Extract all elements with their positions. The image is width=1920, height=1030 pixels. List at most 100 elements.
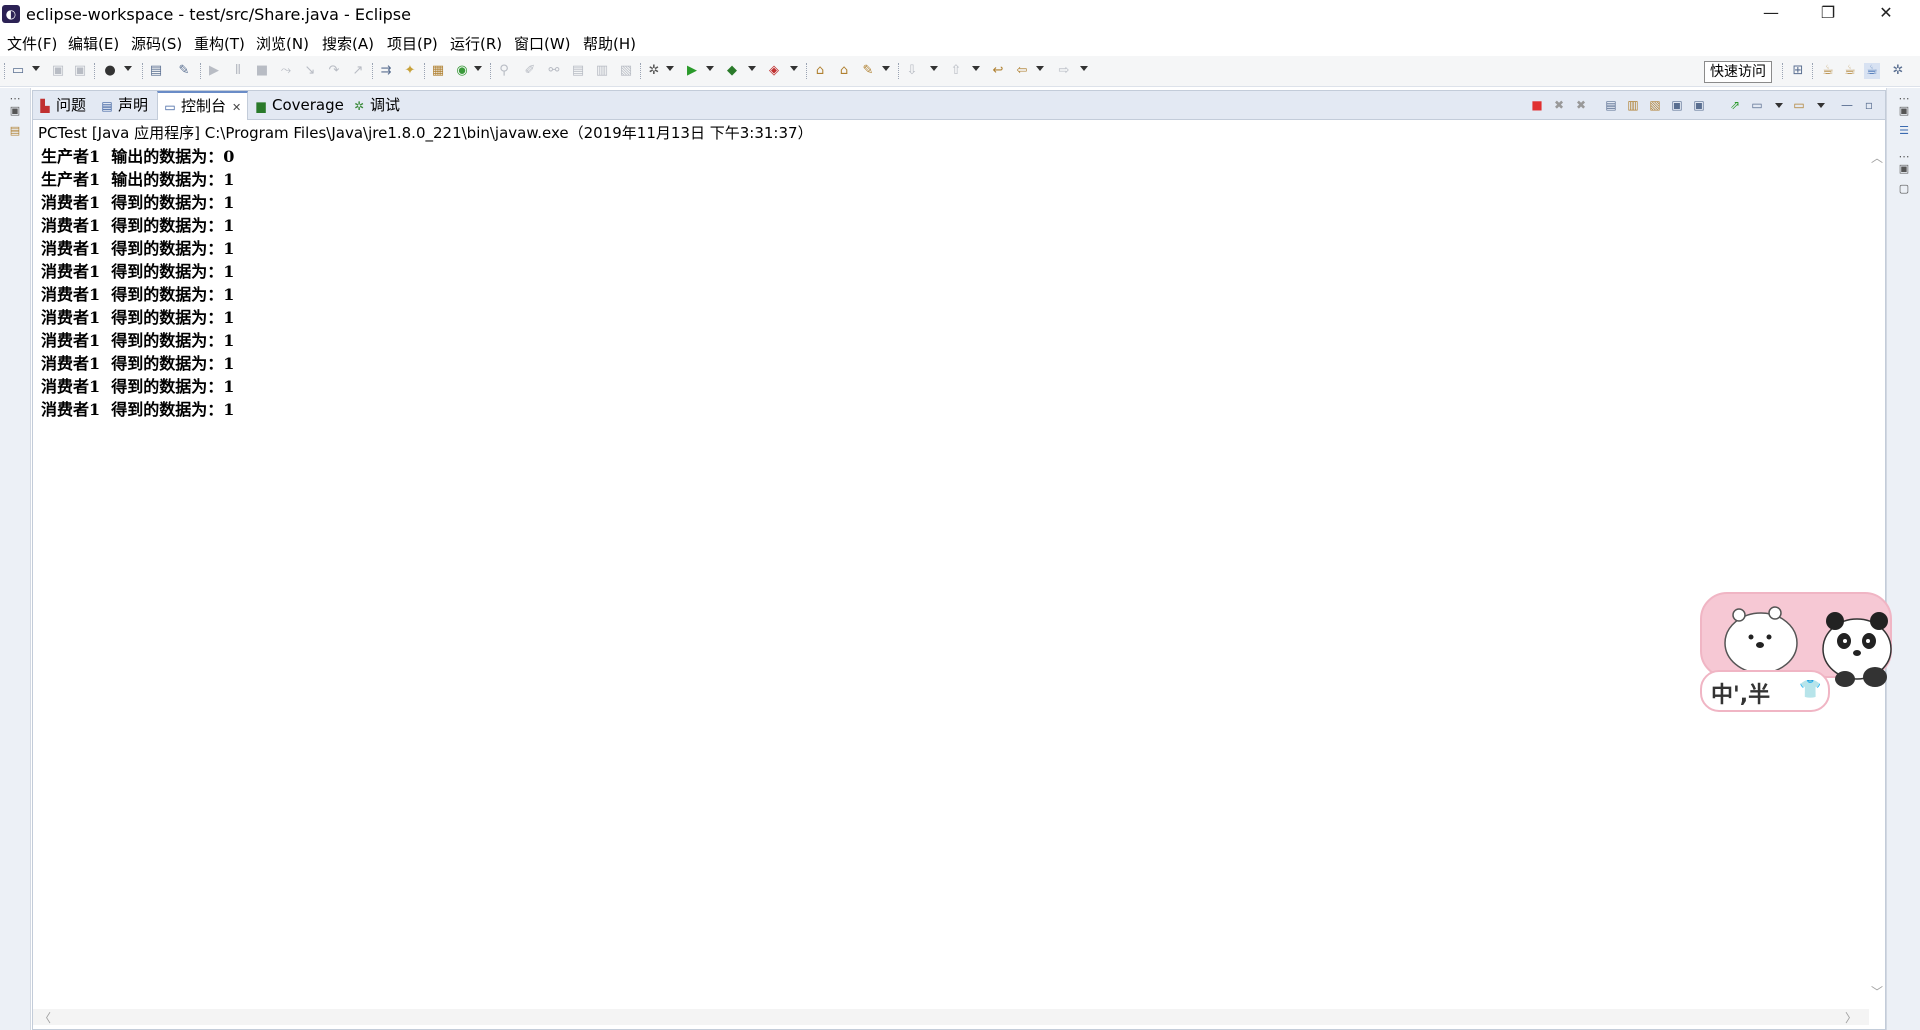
pin-console-icon[interactable]: ⇗ [1727,97,1743,113]
debug-dropdown-icon[interactable] [666,66,674,71]
next-annotation-icon[interactable]: ⇩ [904,63,920,79]
open-type-icon[interactable]: ⚲ [496,63,512,79]
scroll-up-icon[interactable]: ︿ [1871,149,1883,166]
java-perspective-icon[interactable]: ☕ [1842,63,1858,79]
display-console-icon[interactable]: ▭ [1749,97,1765,113]
link-icon[interactable]: ⚯ [546,63,562,79]
block-selection-icon[interactable]: ▥ [594,63,610,79]
show-on-stdout-icon[interactable]: ▣ [1669,97,1685,113]
restore-button[interactable]: ❐ [1800,0,1856,28]
previous-annotation-icon[interactable]: ⇧ [948,63,964,79]
tab-console[interactable]: ▭ 控制台 ✕ [157,91,249,120]
scroll-right-icon[interactable]: 〉 [1845,1009,1857,1026]
coverage-icon[interactable]: ◆ [724,63,740,79]
horizontal-scrollbar[interactable]: 〈 〉 [33,1009,1869,1025]
forward-dropdown-icon[interactable] [1080,66,1088,71]
restore-icon[interactable]: ▣ [1896,162,1912,176]
debug-perspective-icon[interactable]: ✲ [1890,63,1906,79]
open-console-dropdown-icon[interactable] [1817,103,1825,108]
back-dropdown-icon[interactable] [1036,66,1044,71]
profile-dropdown-icon[interactable] [124,66,132,71]
remove-launch-icon[interactable]: ✖ [1551,97,1567,113]
restore-icon[interactable]: ▣ [1896,104,1912,118]
use-step-filters-icon[interactable]: ⇉ [378,63,394,79]
show-on-stderr-icon[interactable]: ▣ [1691,97,1707,113]
new-package-icon[interactable]: ▦ [430,63,446,79]
terminate-icon[interactable]: ■ [254,63,270,79]
restore-icon[interactable]: ▣ [7,104,23,118]
open-file-icon[interactable]: ⌂ [836,63,852,79]
menu-source[interactable]: 源码(S) [131,33,182,54]
skip-breakpoints-icon[interactable]: ✎ [176,63,192,79]
new-class-dropdown-icon[interactable] [474,66,482,71]
last-edit-icon[interactable]: ↩ [990,63,1006,79]
ime-status-sticker[interactable]: 中',半 👕 [1699,591,1893,713]
step-return-icon[interactable]: ↗ [350,63,366,79]
tab-problems[interactable]: ▙ 问题 [37,91,86,119]
suspend-icon[interactable]: Ⅱ [230,63,246,79]
open-perspective-icon[interactable]: ⊞ [1790,63,1806,79]
scroll-lock-icon[interactable]: ▥ [1625,97,1641,113]
package-explorer-icon[interactable]: ▤ [7,124,23,138]
new-icon[interactable]: ▭ [10,63,26,79]
vertical-scrollbar[interactable]: ︿ ﹀ [1869,149,1883,1001]
search-dropdown-icon[interactable] [882,66,890,71]
run-icon[interactable]: ▶ [684,63,700,79]
coverage-run-icon[interactable]: ✦ [402,63,418,79]
step-over-icon[interactable]: ↷ [326,63,342,79]
menu-refactor[interactable]: 重构(T) [194,33,245,54]
quick-access-field[interactable]: 快速访问 [1704,61,1772,83]
external-tools-icon[interactable]: ◈ [766,63,782,79]
open-console-icon[interactable]: ▭ [1791,97,1807,113]
terminal-icon[interactable]: ▤ [148,63,164,79]
clear-console-icon[interactable]: ▤ [1603,97,1619,113]
external-tools-dropdown-icon[interactable] [790,66,798,71]
maximize-view-icon[interactable]: ▫ [1861,97,1877,113]
menu-edit[interactable]: 编辑(E) [68,33,119,54]
remove-all-terminated-icon[interactable]: ✖ [1573,97,1589,113]
resume-icon[interactable]: ▶ [206,63,222,79]
menu-run[interactable]: 运行(R) [450,33,502,54]
back-icon[interactable]: ⇦ [1014,63,1030,79]
tab-debug[interactable]: ✲ 调试 [351,91,400,119]
word-wrap-icon[interactable]: ▧ [1647,97,1663,113]
save-all-icon[interactable]: ▣ [72,63,88,79]
menu-navigate[interactable]: 浏览(N) [256,33,309,54]
close-tab-icon[interactable]: ✕ [232,101,241,114]
run-dropdown-icon[interactable] [706,66,714,71]
task-list-icon[interactable]: ▢ [1896,182,1912,196]
previous-annotation-dropdown-icon[interactable] [972,66,980,71]
forward-icon[interactable]: ⇨ [1056,63,1072,79]
scroll-left-icon[interactable]: 〈 [39,1009,51,1026]
java-active-perspective-icon[interactable]: ☕ [1864,63,1880,79]
new-dropdown-icon[interactable] [32,66,40,71]
profile-icon[interactable]: ● [102,63,118,79]
terminate-icon[interactable]: ■ [1529,97,1545,113]
outline-icon[interactable]: ☰ [1896,124,1912,138]
open-folder-icon[interactable]: ⌂ [812,63,828,79]
menu-window[interactable]: 窗口(W) [514,33,571,54]
menu-file[interactable]: 文件(F) [7,33,57,54]
coverage-dropdown-icon[interactable] [748,66,756,71]
step-into-icon[interactable]: ↘ [302,63,318,79]
pen-icon[interactable]: ✐ [522,63,538,79]
menu-project[interactable]: 项目(P) [387,33,438,54]
java-ee-perspective-icon[interactable]: ☕ [1820,63,1836,79]
close-button[interactable]: ✕ [1858,0,1914,28]
scroll-down-icon[interactable]: ﹀ [1871,983,1883,1000]
console-output[interactable]: 生产者1 输出的数据为：0 生产者1 输出的数据为：1 消费者1 得到的数据为：… [41,145,1841,421]
display-console-dropdown-icon[interactable] [1775,103,1783,108]
save-icon[interactable]: ▣ [50,63,66,79]
minimize-view-icon[interactable]: — [1839,97,1855,113]
disconnect-icon[interactable]: ⤳ [278,63,294,79]
next-annotation-dropdown-icon[interactable] [930,66,938,71]
menu-help[interactable]: 帮助(H) [583,33,636,54]
tab-coverage[interactable]: ▆ Coverage [253,91,344,119]
debug-run-icon[interactable]: ✲ [646,63,662,79]
show-whitespace-icon[interactable]: ▧ [618,63,634,79]
minimize-button[interactable]: — [1743,0,1799,28]
new-class-icon[interactable]: ◉ [454,63,470,79]
tab-declaration[interactable]: ▤ 声明 [99,91,148,119]
menu-search[interactable]: 搜索(A) [322,33,374,54]
toggle-mark-icon[interactable]: ▤ [570,63,586,79]
